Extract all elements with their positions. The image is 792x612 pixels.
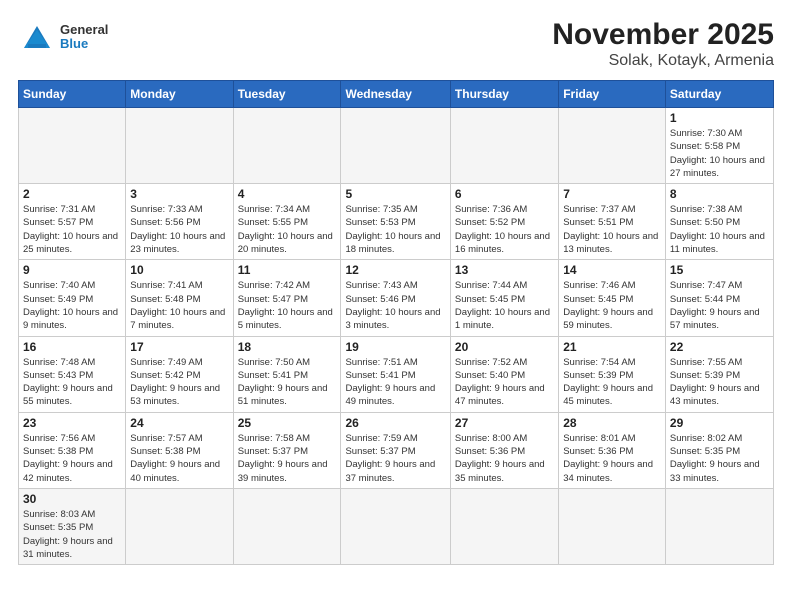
day-18: 18 Sunrise: 7:50 AMSunset: 5:41 PMDaylig… bbox=[233, 336, 341, 412]
day-19: 19 Sunrise: 7:51 AMSunset: 5:41 PMDaylig… bbox=[341, 336, 450, 412]
day-21: 21 Sunrise: 7:54 AMSunset: 5:39 PMDaylig… bbox=[559, 336, 666, 412]
header-thursday: Thursday bbox=[450, 81, 558, 108]
logo: General Blue bbox=[18, 18, 108, 56]
day-9: 9 Sunrise: 7:40 AMSunset: 5:49 PMDayligh… bbox=[19, 260, 126, 336]
day-30: 30 Sunrise: 8:03 AMSunset: 5:35 PMDaylig… bbox=[19, 488, 126, 564]
logo-general: General bbox=[60, 23, 108, 37]
day-7: 7 Sunrise: 7:37 AMSunset: 5:51 PMDayligh… bbox=[559, 184, 666, 260]
weekday-header-row: Sunday Monday Tuesday Wednesday Thursday… bbox=[19, 81, 774, 108]
day-22: 22 Sunrise: 7:55 AMSunset: 5:39 PMDaylig… bbox=[665, 336, 773, 412]
day-4: 4 Sunrise: 7:34 AMSunset: 5:55 PMDayligh… bbox=[233, 184, 341, 260]
empty-cell bbox=[341, 108, 450, 184]
calendar-row-2: 2 Sunrise: 7:31 AMSunset: 5:57 PMDayligh… bbox=[19, 184, 774, 260]
day-3: 3 Sunrise: 7:33 AMSunset: 5:56 PMDayligh… bbox=[126, 184, 233, 260]
title-block: November 2025 Solak, Kotayk, Armenia bbox=[552, 18, 774, 70]
calendar-title: November 2025 bbox=[552, 18, 774, 52]
empty-cell bbox=[19, 108, 126, 184]
calendar-table: Sunday Monday Tuesday Wednesday Thursday… bbox=[18, 80, 774, 565]
calendar-row-4: 16 Sunrise: 7:48 AMSunset: 5:43 PMDaylig… bbox=[19, 336, 774, 412]
empty-cell bbox=[450, 488, 558, 564]
day-23: 23 Sunrise: 7:56 AMSunset: 5:38 PMDaylig… bbox=[19, 412, 126, 488]
day-5: 5 Sunrise: 7:35 AMSunset: 5:53 PMDayligh… bbox=[341, 184, 450, 260]
day-2: 2 Sunrise: 7:31 AMSunset: 5:57 PMDayligh… bbox=[19, 184, 126, 260]
day-29: 29 Sunrise: 8:02 AMSunset: 5:35 PMDaylig… bbox=[665, 412, 773, 488]
page: General Blue November 2025 Solak, Kotayk… bbox=[0, 0, 792, 575]
day-26: 26 Sunrise: 7:59 AMSunset: 5:37 PMDaylig… bbox=[341, 412, 450, 488]
day-16: 16 Sunrise: 7:48 AMSunset: 5:43 PMDaylig… bbox=[19, 336, 126, 412]
logo-text: General Blue bbox=[60, 23, 108, 52]
empty-cell bbox=[559, 488, 666, 564]
day-12: 12 Sunrise: 7:43 AMSunset: 5:46 PMDaylig… bbox=[341, 260, 450, 336]
empty-cell bbox=[126, 488, 233, 564]
calendar-row-5: 23 Sunrise: 7:56 AMSunset: 5:38 PMDaylig… bbox=[19, 412, 774, 488]
day-17: 17 Sunrise: 7:49 AMSunset: 5:42 PMDaylig… bbox=[126, 336, 233, 412]
header-monday: Monday bbox=[126, 81, 233, 108]
logo-icon bbox=[18, 18, 56, 56]
header-tuesday: Tuesday bbox=[233, 81, 341, 108]
day-27: 27 Sunrise: 8:00 AMSunset: 5:36 PMDaylig… bbox=[450, 412, 558, 488]
day-8: 8 Sunrise: 7:38 AMSunset: 5:50 PMDayligh… bbox=[665, 184, 773, 260]
empty-cell bbox=[233, 488, 341, 564]
calendar-row-6: 30 Sunrise: 8:03 AMSunset: 5:35 PMDaylig… bbox=[19, 488, 774, 564]
day-25: 25 Sunrise: 7:58 AMSunset: 5:37 PMDaylig… bbox=[233, 412, 341, 488]
empty-cell bbox=[233, 108, 341, 184]
header-saturday: Saturday bbox=[665, 81, 773, 108]
day-24: 24 Sunrise: 7:57 AMSunset: 5:38 PMDaylig… bbox=[126, 412, 233, 488]
header-friday: Friday bbox=[559, 81, 666, 108]
day-15: 15 Sunrise: 7:47 AMSunset: 5:44 PMDaylig… bbox=[665, 260, 773, 336]
empty-cell bbox=[450, 108, 558, 184]
logo-blue: Blue bbox=[60, 37, 108, 51]
header-sunday: Sunday bbox=[19, 81, 126, 108]
day-20: 20 Sunrise: 7:52 AMSunset: 5:40 PMDaylig… bbox=[450, 336, 558, 412]
empty-cell bbox=[126, 108, 233, 184]
calendar-row-3: 9 Sunrise: 7:40 AMSunset: 5:49 PMDayligh… bbox=[19, 260, 774, 336]
header-wednesday: Wednesday bbox=[341, 81, 450, 108]
day-28: 28 Sunrise: 8:01 AMSunset: 5:36 PMDaylig… bbox=[559, 412, 666, 488]
day-6: 6 Sunrise: 7:36 AMSunset: 5:52 PMDayligh… bbox=[450, 184, 558, 260]
empty-cell bbox=[341, 488, 450, 564]
calendar-subtitle: Solak, Kotayk, Armenia bbox=[552, 52, 774, 70]
day-13: 13 Sunrise: 7:44 AMSunset: 5:45 PMDaylig… bbox=[450, 260, 558, 336]
empty-cell bbox=[559, 108, 666, 184]
day-11: 11 Sunrise: 7:42 AMSunset: 5:47 PMDaylig… bbox=[233, 260, 341, 336]
empty-cell bbox=[665, 488, 773, 564]
day-1: 1 Sunrise: 7:30 AMSunset: 5:58 PMDayligh… bbox=[665, 108, 773, 184]
day-10: 10 Sunrise: 7:41 AMSunset: 5:48 PMDaylig… bbox=[126, 260, 233, 336]
header: General Blue November 2025 Solak, Kotayk… bbox=[18, 18, 774, 70]
day-14: 14 Sunrise: 7:46 AMSunset: 5:45 PMDaylig… bbox=[559, 260, 666, 336]
calendar-row-1: 1 Sunrise: 7:30 AMSunset: 5:58 PMDayligh… bbox=[19, 108, 774, 184]
